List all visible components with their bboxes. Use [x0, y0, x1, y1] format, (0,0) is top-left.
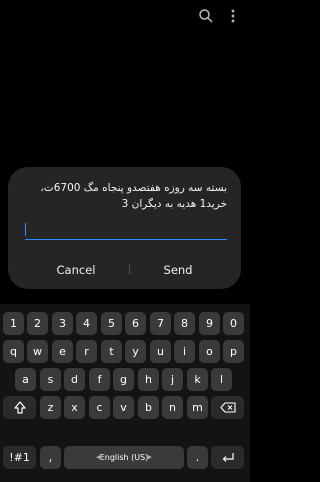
key-o[interactable]: o — [199, 340, 220, 363]
enter-key[interactable] — [211, 446, 244, 469]
key-p[interactable]: p — [223, 340, 244, 363]
key-5[interactable]: 5 — [101, 312, 122, 335]
key-e[interactable]: e — [52, 340, 73, 363]
top-bar — [0, 0, 250, 34]
key-s[interactable]: s — [40, 368, 61, 391]
key-7[interactable]: 7 — [150, 312, 171, 335]
key-n[interactable]: n — [162, 396, 183, 419]
key-c[interactable]: c — [89, 396, 110, 419]
key-8[interactable]: 8 — [174, 312, 195, 335]
space-key[interactable]: ◀ English (US) ▶ — [64, 446, 184, 469]
message-dialog: بسته سه روزه هفتصدو پنجاه مگ 6700ت، خرید… — [8, 167, 241, 289]
text-cursor — [25, 223, 26, 236]
backspace-key[interactable] — [211, 396, 244, 419]
key-m[interactable]: m — [187, 396, 208, 419]
button-divider — [129, 264, 130, 274]
comma-key[interactable]: , — [40, 446, 61, 469]
space-label: English (US) — [99, 453, 149, 462]
enter-icon — [211, 446, 244, 469]
key-d[interactable]: d — [64, 368, 85, 391]
key-t[interactable]: t — [101, 340, 122, 363]
key-j[interactable]: j — [162, 368, 183, 391]
search-icon[interactable] — [198, 8, 214, 24]
shift-key[interactable] — [3, 396, 36, 419]
key-4[interactable]: 4 — [76, 312, 97, 335]
key-0[interactable]: 0 — [223, 312, 244, 335]
keyboard: 1 2 3 4 5 6 7 8 9 0 q w e r t y u i o p … — [0, 304, 250, 482]
key-r[interactable]: r — [76, 340, 97, 363]
symbols-key[interactable]: !#1 — [3, 446, 36, 469]
key-g[interactable]: g — [113, 368, 134, 391]
key-x[interactable]: x — [64, 396, 85, 419]
key-3[interactable]: 3 — [52, 312, 73, 335]
key-i[interactable]: i — [174, 340, 195, 363]
key-z[interactable]: z — [40, 396, 61, 419]
key-a[interactable]: a — [15, 368, 36, 391]
key-q[interactable]: q — [3, 340, 24, 363]
send-button[interactable]: Send — [138, 260, 218, 280]
key-w[interactable]: w — [27, 340, 48, 363]
chevron-left-icon: ◀ — [96, 453, 102, 461]
period-key[interactable]: . — [187, 446, 208, 469]
key-y[interactable]: y — [125, 340, 146, 363]
key-u[interactable]: u — [150, 340, 171, 363]
message-text: بسته سه روزه هفتصدو پنجاه مگ 6700ت، خرید… — [40, 182, 227, 210]
key-h[interactable]: h — [138, 368, 159, 391]
key-v[interactable]: v — [113, 396, 134, 419]
key-1[interactable]: 1 — [3, 312, 24, 335]
key-b[interactable]: b — [138, 396, 159, 419]
more-vertical-icon[interactable] — [225, 8, 241, 24]
backspace-icon — [211, 396, 244, 419]
key-f[interactable]: f — [89, 368, 110, 391]
key-l[interactable]: l — [211, 368, 232, 391]
reply-input[interactable] — [25, 239, 227, 240]
key-9[interactable]: 9 — [199, 312, 220, 335]
chevron-right-icon: ▶ — [146, 453, 152, 461]
key-6[interactable]: 6 — [125, 312, 146, 335]
shift-icon — [3, 396, 36, 419]
key-2[interactable]: 2 — [27, 312, 48, 335]
cancel-button[interactable]: Cancel — [36, 260, 116, 280]
key-k[interactable]: k — [187, 368, 208, 391]
